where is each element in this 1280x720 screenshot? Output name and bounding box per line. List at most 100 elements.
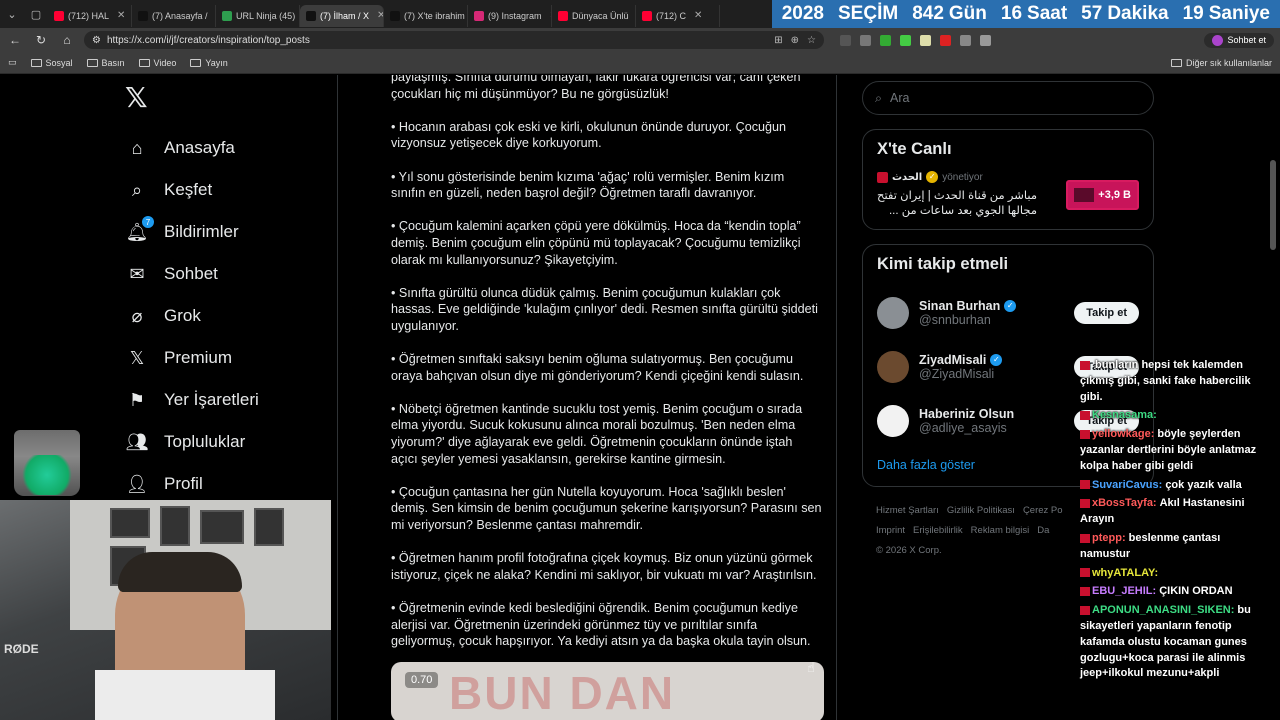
url-field[interactable]: ⚙ https://x.com/i/jf/creators/inspiratio…	[84, 31, 824, 49]
other-bookmarks[interactable]: Diğer sık kullanılanlar	[1170, 57, 1272, 68]
tab-title: (7) X'te ibrahim	[404, 10, 465, 21]
tab-title: (712) C	[656, 10, 687, 21]
browser-tab[interactable]: (712) C ✕	[636, 4, 720, 27]
translate-icon[interactable]: ⊞	[774, 35, 782, 46]
nav-item-profil[interactable]: 👤︎ Profil	[120, 463, 259, 505]
extension-icon[interactable]	[880, 34, 891, 46]
bookmark-folder[interactable]: Basın	[86, 58, 125, 68]
footer-link[interactable]: Hizmet Şartları	[876, 505, 939, 516]
post-paragraph: paylaşmış. Sınıfta durumu olmayan, fakir…	[391, 75, 801, 101]
tab-close-icon[interactable]: ✕	[694, 10, 702, 21]
tab-favicon-icon	[306, 10, 316, 21]
home-icon: ⌂	[131, 137, 143, 158]
reload-icon[interactable]: ↻	[32, 31, 50, 49]
site-info-icon[interactable]: ⚙	[92, 35, 101, 46]
chat-badge-icon	[1080, 533, 1090, 543]
bookmark-star-icon[interactable]: ☆	[807, 35, 816, 46]
tab-favicon-icon	[558, 10, 568, 21]
chat-username: SuvariCavus:	[1092, 478, 1163, 491]
nav-item-label: Yer İşaretleri	[164, 390, 259, 409]
extension-icon[interactable]	[980, 34, 991, 46]
live-stream-item[interactable]: الحدث ✓ yönetiyor مباشر من قناة الحدث | …	[877, 171, 1139, 219]
chat-message: whyATALAY:	[1080, 566, 1266, 582]
browser-tab[interactable]: (7) Anasayfa /✕	[132, 4, 216, 27]
other-bookmarks-label: Diğer sık kullanılanlar	[1185, 57, 1272, 68]
extension-icon[interactable]	[920, 34, 931, 46]
chat-username: APONUN_ANASINI_SIKEN:	[1092, 604, 1235, 617]
follow-suggestion[interactable]: Sinan Burhan ✓ @snnburhan Takip et	[877, 286, 1139, 340]
bookmarks-bar: ▭ Sosyal Basın Video Yayın Diğer sık kullan…	[0, 52, 1280, 74]
extension-icon[interactable]	[960, 34, 971, 46]
bookmark-folder[interactable]: Sosyal	[30, 58, 73, 68]
search-input[interactable]: ⌕ Ara	[862, 81, 1154, 115]
bookmark-folder[interactable]: Yayın	[190, 58, 228, 68]
nav-item-topluluklar[interactable]: 👥︎ Topluluklar	[120, 421, 259, 463]
browser-profile-button[interactable]: Sohbet et	[1204, 32, 1274, 48]
nav-item-yer-i-aretleri[interactable]: ⚑ Yer İşaretleri	[120, 379, 259, 421]
footer-link[interactable]: Erişilebilirlik	[913, 525, 963, 536]
nav-item-grok[interactable]: ⌀ Grok	[120, 295, 259, 337]
chat-message: ptepp: beslenme çantası namustur	[1080, 531, 1266, 563]
follow-button[interactable]: Takip et	[1074, 302, 1139, 324]
user-handle: @snnburhan	[919, 313, 991, 327]
grok-icon: ⌀	[131, 305, 143, 326]
browser-tab[interactable]: (9) Instagram✕	[468, 4, 552, 27]
post-paragraph: • Çocuğun çantasına her gün Nutella koyu…	[391, 484, 822, 533]
live-viewers: +3,9 B	[1098, 189, 1131, 201]
bookmark-folder[interactable]: Video	[138, 57, 177, 68]
nav-item-bildirimler[interactable]: 🔔︎ 7 Bildirimler	[120, 211, 259, 253]
extension-icon[interactable]	[840, 34, 851, 46]
footer-link[interactable]: Gizlilik Politikası	[947, 505, 1015, 516]
countdown-seconds-label: Saniye	[1208, 3, 1270, 24]
live-card-title: X'te Canlı	[877, 140, 952, 158]
nav-item-anasayfa[interactable]: ⌂ Anasayfa	[120, 127, 259, 169]
footer-link[interactable]: Da	[1037, 525, 1049, 536]
avatar[interactable]	[877, 405, 909, 437]
video-timestamp: 0.70	[405, 672, 439, 688]
browser-tab[interactable]: (7) İlham / X ✕	[300, 4, 384, 27]
countdown-minutes: 57	[1081, 3, 1103, 24]
browser-tab[interactable]: URL Ninja (45)✕	[216, 4, 300, 27]
extension-icon[interactable]	[900, 34, 911, 46]
tab-close-icon[interactable]: ✕	[377, 10, 383, 21]
footer-link[interactable]: Imprint	[876, 525, 905, 536]
browser-tab[interactable]: (7) X'te ibrahim✕	[384, 4, 468, 27]
footer-link[interactable]: Reklam bilgisi	[971, 525, 1030, 536]
reading-list-icon[interactable]: ▭	[8, 57, 17, 68]
tab-title: URL Ninja (45)	[236, 10, 296, 21]
nav-item-ke-fet[interactable]: ⌕ Keşfet	[120, 169, 259, 211]
user-name: Haberiniz Olsun	[919, 407, 1014, 421]
post-video[interactable]: BUN DAN 0.70	[391, 662, 824, 720]
decorative-jar-contents	[18, 455, 76, 495]
video-overlay-text: BUN DAN	[449, 667, 676, 719]
back-icon[interactable]: ←	[6, 31, 24, 49]
user-name: ZiyadMisali ✓	[919, 353, 1003, 367]
chat-username: xBossTayfa:	[1092, 497, 1157, 510]
browser-tab[interactable]: (712) HAL ✕	[48, 4, 132, 27]
bookmark-label: Video	[153, 57, 177, 68]
browser-tab[interactable]: Dünyaca Ünlü✕	[552, 4, 636, 27]
x-logo-icon[interactable]: 𝕏	[125, 83, 155, 113]
tab-title: (712) HAL	[68, 10, 110, 21]
extension-icon[interactable]	[860, 34, 871, 46]
zoom-icon[interactable]: ⊕	[791, 35, 799, 46]
chat-username: ptepp:	[1092, 531, 1126, 544]
chat-message: yellowkage: böyle şeylerden yazanlar dert…	[1080, 427, 1266, 474]
tab-search-icon[interactable]: ⌄	[0, 0, 24, 28]
nav-item-premium[interactable]: 𝕏 Premium	[120, 337, 259, 379]
avatar[interactable]	[877, 351, 909, 383]
nav-item-sohbet[interactable]: ✉ Sohbet	[120, 253, 259, 295]
extension-icon[interactable]	[940, 34, 951, 46]
folder-icon	[138, 58, 150, 67]
tab-actions-icon[interactable]: ▢	[24, 0, 48, 28]
main-nav: ⌂ Anasayfa ⌕ Keşfet 🔔︎ 7 Bildirimler ✉ Sohbet ⌀ Gr…	[120, 127, 259, 505]
tab-favicon-icon	[138, 10, 148, 21]
tab-close-icon[interactable]: ✕	[117, 10, 125, 21]
mail-icon: ✉	[129, 263, 145, 284]
home-button-icon[interactable]: ⌂	[58, 31, 76, 49]
footer-link[interactable]: Çerez Po	[1023, 505, 1063, 516]
host-name: الحدث	[892, 171, 923, 183]
avatar[interactable]	[877, 297, 909, 329]
page-scrollbar[interactable]	[1270, 160, 1276, 250]
live-thumbnail	[1074, 188, 1095, 202]
